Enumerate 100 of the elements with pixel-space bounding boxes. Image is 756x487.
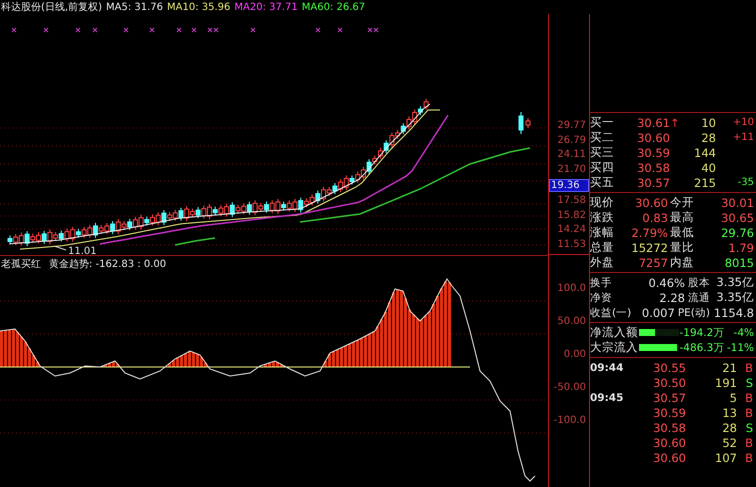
axis-tick-label: 11.53 <box>557 239 587 250</box>
quote-value: 3.35亿 <box>715 275 755 290</box>
quote-label: 内盘 <box>670 255 695 270</box>
fund-flow-label: 净流入额 <box>590 325 639 340</box>
low-price-label: 11.01 <box>68 246 97 255</box>
trade-volume: 5 <box>728 390 737 404</box>
bid-volume: 28 <box>700 130 716 144</box>
quote-label: 股本 <box>688 276 710 290</box>
bid-volume: 10 <box>700 116 716 130</box>
bid-price: 30.60 <box>636 130 670 144</box>
quote-label: 量比 <box>670 240 695 255</box>
bid-level-label: 买三 <box>590 145 615 160</box>
trade-price: 30.50 <box>652 376 686 390</box>
quote-label: 总量 <box>590 240 615 255</box>
axis-tick-label: 26.79 <box>557 134 587 146</box>
axis-tick-label: -100.0 <box>554 415 587 426</box>
quote-value: 15272 <box>630 240 668 254</box>
axis-tick-label: 21.70 <box>557 164 587 175</box>
quote-value: 1154.8 <box>712 306 755 320</box>
quote-label: 今开 <box>670 195 695 210</box>
trade-volume: 28 <box>721 420 737 434</box>
bid-volume: 144 <box>693 146 716 160</box>
fund-flow-percent: -4% <box>732 326 755 338</box>
quote-label: 收益(一) <box>590 306 632 320</box>
quote-value: 3.35亿 <box>715 290 755 305</box>
quote-value: 2.28 <box>658 290 685 304</box>
volume-change: +10 <box>732 117 754 128</box>
bid-level-label: 买五 <box>590 175 615 190</box>
bid-price: 30.59 <box>636 146 670 160</box>
bid-level-label: 买二 <box>590 130 615 145</box>
bid-price: 30.57 <box>636 176 670 190</box>
candlestick <box>518 112 524 134</box>
quote-value: 8015 <box>724 256 755 270</box>
trade-side: B <box>744 450 754 464</box>
trade-side: B <box>744 390 754 404</box>
trade-side: B <box>744 406 754 420</box>
trade-side: S <box>744 420 754 434</box>
trade-price: 30.57 <box>652 390 686 404</box>
quote-value: 30.60 <box>634 196 668 210</box>
trade-volume: 13 <box>721 406 737 420</box>
bid-price: 30.61 <box>636 116 670 130</box>
quote-label: 现价 <box>590 195 615 210</box>
fund-flow-amount: -486.3万 <box>679 340 724 354</box>
axis-tick-label: 15.82 <box>557 210 587 221</box>
bid-level-label: 买四 <box>590 160 615 175</box>
quote-label: PE(动) <box>678 306 710 320</box>
volume-change: -35 <box>738 177 754 188</box>
leader-line <box>54 246 66 250</box>
axis-tick-label: 50.00 <box>557 316 587 327</box>
quote-label: 外盘 <box>590 255 615 270</box>
moving-average-reading: MA20: 37.71 <box>234 2 298 12</box>
quote-label: 最低 <box>670 225 695 240</box>
bid-price: 30.58 <box>636 160 670 174</box>
bid-volume: 215 <box>693 176 716 190</box>
quote-label: 涨幅 <box>590 225 615 240</box>
moving-average-reading: MA60: 26.67 <box>302 2 366 12</box>
moving-average-reading: MA5: 31.76 <box>106 2 163 12</box>
bid-level-label: 买一 <box>590 115 615 130</box>
quote-value: 0.83 <box>641 210 668 224</box>
quote-value: 7257 <box>638 256 668 270</box>
trade-price: 30.60 <box>652 436 686 450</box>
quote-value: 0.007 <box>640 306 675 320</box>
quote-label: 最高 <box>670 210 695 225</box>
trade-volume: 191 <box>714 376 737 390</box>
quote-value: 30.01 <box>720 196 755 210</box>
trade-price: 30.55 <box>652 360 686 374</box>
trade-time: 09:44 <box>590 362 624 374</box>
axis-tick-label: -50.00 <box>554 382 587 393</box>
quote-label: 净资 <box>590 290 612 304</box>
trade-side: B <box>744 436 754 450</box>
indicator-reading: 黄金趋势: -162.83 : 0.00 <box>49 258 166 271</box>
moving-average-reading: MA10: 35.96 <box>167 2 230 12</box>
bid-volume: 40 <box>700 160 716 174</box>
fund-flow-label: 大宗流入 <box>590 340 639 355</box>
candlestick <box>526 118 530 128</box>
trade-volume: 21 <box>721 360 737 374</box>
axis-tick-label: 17.58 <box>557 195 587 206</box>
trade-price: 30.59 <box>652 406 686 420</box>
trade-side: S <box>744 376 754 390</box>
quote-label: 流通 <box>688 290 710 304</box>
quote-value: 30.65 <box>720 210 755 224</box>
quote-value: 29.76 <box>720 226 755 240</box>
current-price-label: 19.36 <box>549 178 589 192</box>
fund-flow-amount: -194.2万 <box>679 326 724 340</box>
quote-value: 2.79% <box>630 226 668 240</box>
trade-volume: 107 <box>714 450 737 464</box>
fund-flow-percent: -11% <box>726 342 755 354</box>
quote-value: 1.79 <box>727 240 755 254</box>
trade-side: B <box>744 360 754 374</box>
trade-price: 30.60 <box>652 450 686 464</box>
trade-volume: 52 <box>721 436 737 450</box>
volume-change: +11 <box>732 132 754 143</box>
chart-title: 科达股份(日线,前复权) <box>1 0 102 14</box>
axis-tick-label: 29.77 <box>557 120 587 131</box>
axis-tick-label: 24.11 <box>557 149 587 160</box>
trade-price: 30.58 <box>652 420 686 434</box>
trade-time: 09:45 <box>590 392 624 404</box>
indicator-name: 老孤买红 <box>1 258 41 271</box>
quote-label: 涨跌 <box>590 210 615 225</box>
axis-tick-label: 100.0 <box>557 283 587 294</box>
